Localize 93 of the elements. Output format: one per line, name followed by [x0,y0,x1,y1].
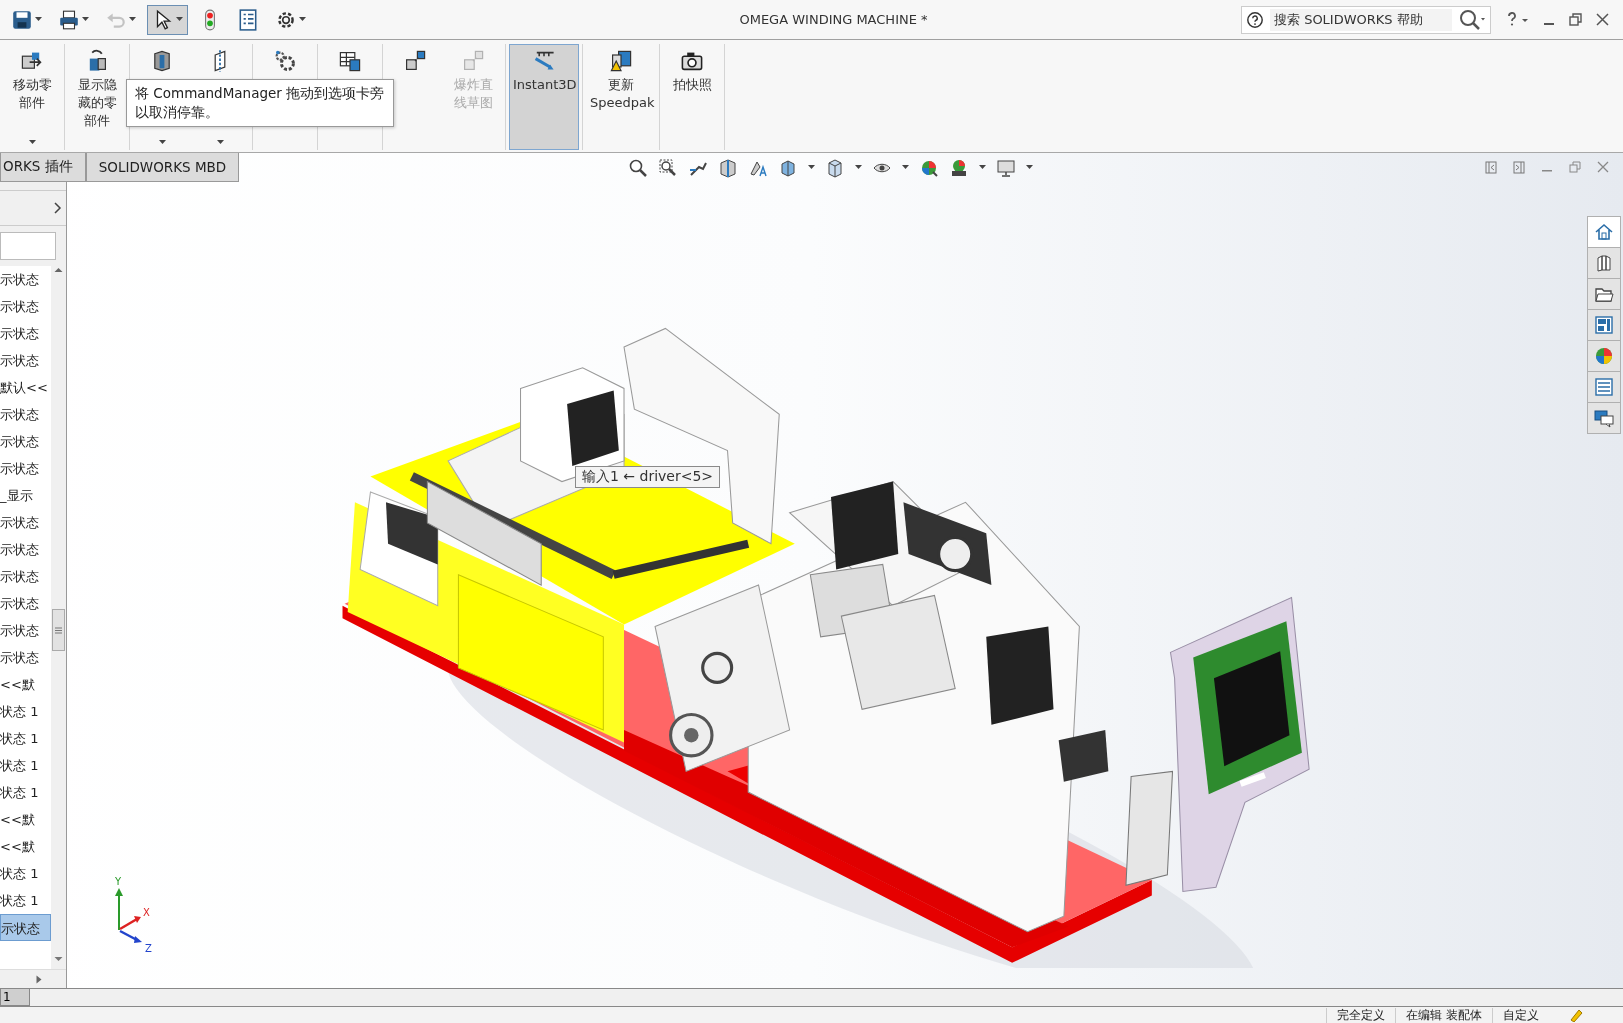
magnifier-icon[interactable] [628,157,648,178]
instant3d-button[interactable]: Instant3D [509,44,579,150]
monitor-icon[interactable] [996,157,1016,178]
y-axis-arrow [115,888,123,931]
x-axis-arrow [119,916,141,931]
gears-icon [273,49,297,73]
tree-item[interactable]: 示状态 [0,563,51,590]
axis-label: Y [115,876,122,887]
chevron-right-icon[interactable] [54,202,62,214]
callout-label: 输入1 ← driver<5> [575,466,721,488]
tree-item[interactable]: <<默 [0,671,51,698]
scroll-right-icon[interactable] [36,974,42,984]
zoom-area-icon[interactable] [658,157,678,178]
save-icon [11,8,33,31]
tree-item[interactable]: 默认<< [0,374,51,401]
update-speedpak-button[interactable]: 更新 Speedpak [586,44,656,150]
cubes-icon [461,49,485,73]
caret-icon [855,165,862,170]
tree-item[interactable]: 示状态 [0,914,51,941]
z-axis-arrow [119,929,142,943]
cubes-icon [403,49,427,73]
caret-icon [902,165,909,170]
sheet-tab[interactable]: 1 [0,989,30,1006]
axis-label: Z [145,943,152,954]
table-icon [338,49,362,73]
axis-label: X [143,907,150,918]
tree-item[interactable]: 示状态 [0,590,51,617]
appearance-sphere-icon[interactable] [1594,346,1614,366]
tree-item[interactable]: <<默 [0,833,51,860]
close-icon[interactable] [1597,161,1609,173]
tree-item[interactable]: 状态 1 [0,698,51,725]
status-text: 完全定义 [1326,1007,1396,1023]
caret-icon [82,17,89,22]
tree-item[interactable]: 示状态 [0,509,51,536]
grip-icon [55,626,62,634]
tag-icon[interactable] [1569,1008,1583,1022]
caret-icon [299,17,306,22]
window-title: OMEGA WINDING MACHINE * [738,12,929,27]
status-text: 在编辑 装配体 [1395,1007,1492,1023]
section-view-icon[interactable] [718,157,738,178]
warning-cube-icon [609,49,633,73]
restore-icon[interactable] [1569,13,1582,26]
caret-icon [129,17,136,22]
status-text: 自定义 [1492,1007,1549,1023]
tile-right-icon[interactable] [1513,161,1525,174]
printer-icon [58,8,80,31]
snapshot-button[interactable]: 拍快照 [663,44,721,150]
search-icon[interactable] [1458,8,1486,31]
caret-icon [808,165,815,170]
display-style-icon[interactable] [825,157,845,178]
tree-item[interactable]: 示状态 [0,644,51,671]
tab[interactable]: ORKS 插件 [0,153,86,182]
help-search-field[interactable]: 搜索 SOLIDWORKS 帮助 [1241,5,1491,34]
caret-icon [1026,165,1033,170]
tile-left-icon[interactable] [1485,161,1497,174]
home-icon[interactable] [1594,222,1614,242]
caret-icon [176,17,183,22]
books-icon[interactable] [1594,253,1614,273]
list-icon [237,8,259,31]
tree-item[interactable]: 示状态 [0,536,51,563]
help-icon [1246,10,1264,29]
tree-item[interactable]: 示状态 [0,320,51,347]
show-hidden-button[interactable]: 显示隐藏的零部件 [68,44,126,150]
move-component-button[interactable]: 移动零部件 [3,44,61,150]
tree-item[interactable]: 状态 1 [0,752,51,779]
help-menu-icon[interactable] [1507,11,1529,28]
tooltip: 将 CommandManager 拖动到选项卡旁以取消停靠。 [126,79,394,127]
select-button[interactable] [147,4,188,35]
tree-item[interactable]: 状态 1 [0,725,51,752]
layout-icon[interactable] [1594,315,1614,335]
tab[interactable]: SOLIDWORKS MBD [85,153,240,182]
tree-item[interactable]: 示状态 [0,455,51,482]
tree-item[interactable]: _显示 [0,482,51,509]
tree-item[interactable]: 状态 1 [0,779,51,806]
caret-icon [35,17,42,22]
scroll-down-icon[interactable] [54,955,63,963]
properties-icon[interactable] [1594,377,1614,397]
tree-item[interactable]: 示状态 [0,293,51,320]
caret-icon [979,165,986,170]
scrollbar-thumb[interactable] [52,609,65,651]
tree-item[interactable]: 状态 1 [0,887,51,914]
tree-item[interactable]: 示状态 [0,266,51,293]
tree-item[interactable]: 状态 1 [0,860,51,887]
chat-icon[interactable] [1594,408,1614,428]
scroll-up-icon[interactable] [54,266,63,274]
tree-item[interactable]: 示状态 [0,617,51,644]
close-icon[interactable] [1596,13,1609,26]
tree-item[interactable]: 示状态 [0,401,51,428]
tree-item[interactable]: 示状态 [0,347,51,374]
tree-item[interactable]: 示状态 [0,428,51,455]
tree-item[interactable]: <<默 [0,806,51,833]
scene-icon[interactable] [949,157,969,178]
filter-field[interactable] [0,232,56,260]
